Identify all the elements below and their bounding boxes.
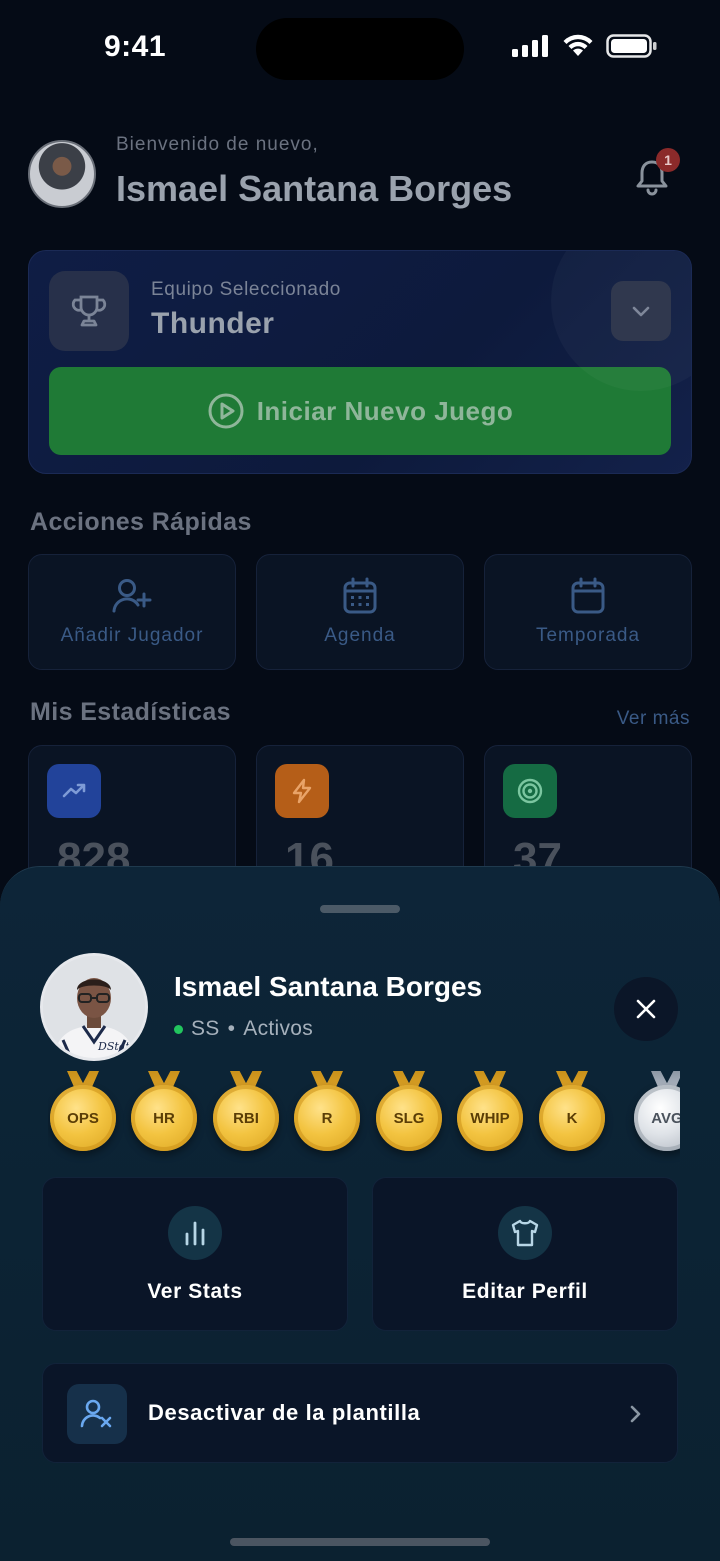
remove-user-icon	[80, 1399, 112, 1428]
quick-actions-title: Acciones Rápidas	[30, 508, 252, 536]
medal-badge[interactable]: SLG	[374, 1069, 444, 1159]
team-card: Equipo Seleccionado Thunder Iniciar Nuev…	[28, 250, 692, 474]
play-circle-icon	[208, 393, 244, 429]
medal-label: RBI	[233, 1109, 259, 1127]
medal-badge[interactable]: OPS	[48, 1069, 118, 1159]
medal-label: K	[566, 1109, 578, 1127]
notification-badge: 1	[656, 148, 680, 172]
medal-coin: RBI	[213, 1085, 279, 1151]
player-photo: DStats	[43, 956, 145, 1058]
calendar-grid-icon	[343, 577, 377, 614]
welcome-text: Bienvenido de nuevo,	[116, 134, 319, 155]
close-button[interactable]	[614, 977, 678, 1041]
player-meta: SS • Activos	[174, 1017, 313, 1041]
lightning-icon	[292, 778, 312, 804]
act-icon-box	[168, 1206, 222, 1260]
chevron-down-icon	[632, 306, 650, 317]
medal-label: WHIP	[470, 1109, 510, 1127]
quick-action-season[interactable]: Temporada	[484, 554, 692, 670]
medal-label: R	[321, 1109, 333, 1127]
start-game-button[interactable]: Iniciar Nuevo Juego	[49, 367, 671, 455]
player-bottom-sheet: DStats Ismael Santana Borges SS • Activo…	[0, 866, 720, 1561]
home-indicator[interactable]	[230, 1538, 490, 1546]
trophy-icon	[71, 295, 107, 327]
medal-label: HR	[153, 1109, 175, 1127]
player-avatar: DStats	[40, 953, 148, 1061]
deactivate-row[interactable]: Desactivar de la plantilla	[42, 1363, 678, 1463]
svg-text:DStats: DStats	[97, 1040, 136, 1053]
screen: 9:41 Bienvenido de nuevo, Ismael Santana…	[0, 0, 720, 1561]
avatar[interactable]	[28, 140, 96, 208]
team-dropdown-button[interactable]	[611, 281, 671, 341]
player-status: Activos	[243, 1017, 314, 1040]
medal-label: AVG	[651, 1109, 680, 1127]
medal-label: OPS	[67, 1109, 99, 1127]
edit-profile-button[interactable]: Editar Perfil	[372, 1177, 678, 1331]
medal-coin: WHIP	[457, 1085, 523, 1151]
stat-icon-box	[47, 764, 101, 818]
my-stats-title: Mis Estadísticas	[30, 698, 231, 726]
meta-separator: •	[227, 1017, 236, 1040]
trophy-icon-box	[49, 271, 129, 351]
medal-badge[interactable]: HR	[129, 1069, 199, 1159]
user-name: Ismael Santana Borges	[116, 168, 513, 209]
medal-coin: K	[539, 1085, 605, 1151]
deactivate-chevron	[623, 1400, 647, 1433]
view-stats-button[interactable]: Ver Stats	[42, 1177, 348, 1331]
team-name: Thunder	[151, 307, 275, 340]
player-name: Ismael Santana Borges	[174, 971, 483, 1002]
quick-action-label: Agenda	[324, 625, 396, 646]
act-icon-box	[498, 1206, 552, 1260]
quick-action-label: Temporada	[535, 625, 641, 646]
quick-action-add-player[interactable]: Añadir Jugador	[28, 554, 236, 670]
chevron-right-icon	[630, 1405, 641, 1423]
start-game-label: Iniciar Nuevo Juego	[256, 395, 514, 426]
view-stats-label: Ver Stats	[147, 1280, 243, 1303]
medal-strip[interactable]: OPS HR RBI R SLG WHIP K AVG	[48, 1069, 680, 1165]
trend-up-icon	[62, 783, 86, 798]
player-position: SS	[191, 1017, 220, 1040]
see-more-link[interactable]: Ver más	[617, 708, 690, 730]
sheet-grabber[interactable]	[320, 905, 400, 913]
medal-label: SLG	[393, 1109, 425, 1127]
calendar-icon	[571, 577, 605, 614]
medal-coin: AVG	[634, 1085, 680, 1151]
quick-action-label: Añadir Jugador	[60, 625, 204, 646]
deactivate-label: Desactivar de la plantilla	[148, 1400, 421, 1425]
edit-profile-label: Editar Perfil	[462, 1280, 588, 1303]
medal-badge[interactable]: K	[537, 1069, 607, 1159]
medal-badge[interactable]: AVG	[632, 1069, 680, 1159]
shirt-icon	[511, 1219, 539, 1247]
medal-coin: SLG	[376, 1085, 442, 1151]
add-user-icon	[112, 579, 152, 613]
target-icon	[517, 778, 543, 804]
team-label: Equipo Seleccionado	[151, 279, 341, 300]
status-dot	[174, 1024, 183, 1034]
quick-action-agenda[interactable]: Agenda	[256, 554, 464, 670]
medal-coin: R	[294, 1085, 360, 1151]
medal-badge[interactable]: R	[292, 1069, 362, 1159]
close-icon	[636, 999, 656, 1019]
medal-coin: OPS	[50, 1085, 116, 1151]
medal-coin: HR	[131, 1085, 197, 1151]
stat-icon-box	[275, 764, 329, 818]
medal-badge[interactable]: WHIP	[455, 1069, 525, 1159]
bar-chart-icon	[185, 1221, 205, 1246]
deactivate-icon-box	[67, 1384, 127, 1444]
medal-badge[interactable]: RBI	[211, 1069, 281, 1159]
stat-icon-box	[503, 764, 557, 818]
